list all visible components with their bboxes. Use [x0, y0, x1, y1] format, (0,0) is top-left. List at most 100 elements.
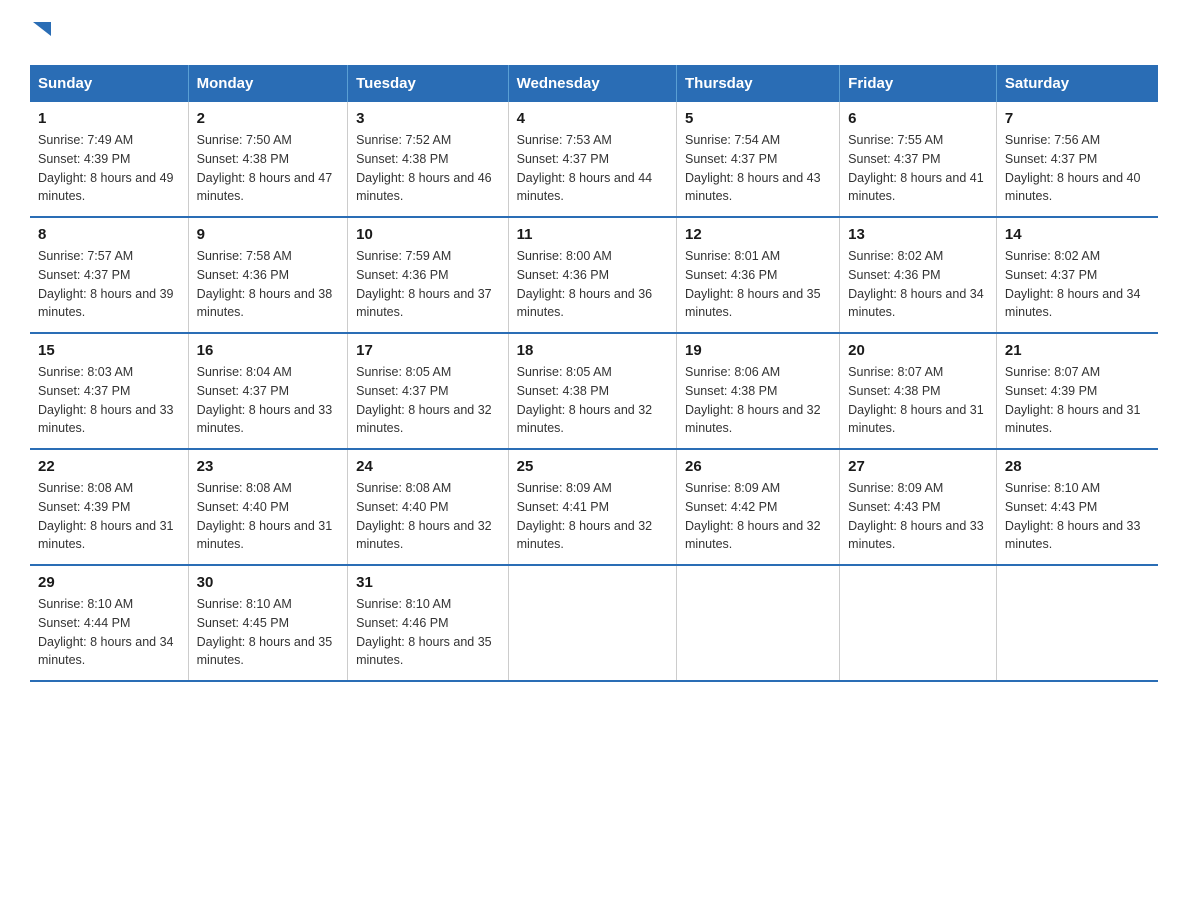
day-cell-22: 22 Sunrise: 8:08 AM Sunset: 4:39 PM Dayl… — [30, 449, 188, 565]
week-row-2: 8 Sunrise: 7:57 AM Sunset: 4:37 PM Dayli… — [30, 217, 1158, 333]
day-cell-4: 4 Sunrise: 7:53 AM Sunset: 4:37 PM Dayli… — [508, 102, 676, 217]
day-number: 2 — [197, 110, 339, 127]
empty-cell — [996, 565, 1158, 681]
day-number: 3 — [356, 110, 500, 127]
header-cell-wednesday: Wednesday — [508, 65, 676, 102]
day-number: 23 — [197, 458, 339, 475]
day-number: 14 — [1005, 226, 1150, 243]
calendar-table: SundayMondayTuesdayWednesdayThursdayFrid… — [30, 65, 1158, 682]
day-info: Sunrise: 8:08 AM Sunset: 4:39 PM Dayligh… — [38, 479, 180, 554]
day-number: 5 — [685, 110, 831, 127]
day-number: 1 — [38, 110, 180, 127]
day-cell-29: 29 Sunrise: 8:10 AM Sunset: 4:44 PM Dayl… — [30, 565, 188, 681]
day-info: Sunrise: 7:53 AM Sunset: 4:37 PM Dayligh… — [517, 131, 668, 206]
day-number: 12 — [685, 226, 831, 243]
day-info: Sunrise: 8:01 AM Sunset: 4:36 PM Dayligh… — [685, 247, 831, 322]
day-info: Sunrise: 8:05 AM Sunset: 4:37 PM Dayligh… — [356, 363, 500, 438]
header-cell-friday: Friday — [840, 65, 997, 102]
day-cell-9: 9 Sunrise: 7:58 AM Sunset: 4:36 PM Dayli… — [188, 217, 347, 333]
day-number: 26 — [685, 458, 831, 475]
day-number: 9 — [197, 226, 339, 243]
day-number: 7 — [1005, 110, 1150, 127]
header-cell-tuesday: Tuesday — [348, 65, 509, 102]
day-number: 16 — [197, 342, 339, 359]
day-cell-2: 2 Sunrise: 7:50 AM Sunset: 4:38 PM Dayli… — [188, 102, 347, 217]
day-number: 27 — [848, 458, 988, 475]
day-info: Sunrise: 8:09 AM Sunset: 4:43 PM Dayligh… — [848, 479, 988, 554]
week-row-5: 29 Sunrise: 8:10 AM Sunset: 4:44 PM Dayl… — [30, 565, 1158, 681]
day-cell-26: 26 Sunrise: 8:09 AM Sunset: 4:42 PM Dayl… — [677, 449, 840, 565]
day-number: 22 — [38, 458, 180, 475]
day-number: 13 — [848, 226, 988, 243]
day-cell-19: 19 Sunrise: 8:06 AM Sunset: 4:38 PM Dayl… — [677, 333, 840, 449]
day-info: Sunrise: 8:10 AM Sunset: 4:43 PM Dayligh… — [1005, 479, 1150, 554]
day-number: 6 — [848, 110, 988, 127]
week-row-4: 22 Sunrise: 8:08 AM Sunset: 4:39 PM Dayl… — [30, 449, 1158, 565]
day-number: 4 — [517, 110, 668, 127]
day-info: Sunrise: 7:54 AM Sunset: 4:37 PM Dayligh… — [685, 131, 831, 206]
day-cell-31: 31 Sunrise: 8:10 AM Sunset: 4:46 PM Dayl… — [348, 565, 509, 681]
day-info: Sunrise: 7:58 AM Sunset: 4:36 PM Dayligh… — [197, 247, 339, 322]
day-cell-24: 24 Sunrise: 8:08 AM Sunset: 4:40 PM Dayl… — [348, 449, 509, 565]
day-cell-17: 17 Sunrise: 8:05 AM Sunset: 4:37 PM Dayl… — [348, 333, 509, 449]
day-number: 15 — [38, 342, 180, 359]
day-info: Sunrise: 8:02 AM Sunset: 4:36 PM Dayligh… — [848, 247, 988, 322]
day-info: Sunrise: 8:09 AM Sunset: 4:41 PM Dayligh… — [517, 479, 668, 554]
day-cell-11: 11 Sunrise: 8:00 AM Sunset: 4:36 PM Dayl… — [508, 217, 676, 333]
header-cell-monday: Monday — [188, 65, 347, 102]
day-cell-16: 16 Sunrise: 8:04 AM Sunset: 4:37 PM Dayl… — [188, 333, 347, 449]
day-info: Sunrise: 8:05 AM Sunset: 4:38 PM Dayligh… — [517, 363, 668, 438]
day-info: Sunrise: 8:07 AM Sunset: 4:39 PM Dayligh… — [1005, 363, 1150, 438]
day-cell-25: 25 Sunrise: 8:09 AM Sunset: 4:41 PM Dayl… — [508, 449, 676, 565]
day-number: 20 — [848, 342, 988, 359]
day-number: 29 — [38, 574, 180, 591]
day-info: Sunrise: 8:10 AM Sunset: 4:44 PM Dayligh… — [38, 595, 180, 670]
day-cell-10: 10 Sunrise: 7:59 AM Sunset: 4:36 PM Dayl… — [348, 217, 509, 333]
day-cell-27: 27 Sunrise: 8:09 AM Sunset: 4:43 PM Dayl… — [840, 449, 997, 565]
day-info: Sunrise: 7:52 AM Sunset: 4:38 PM Dayligh… — [356, 131, 500, 206]
day-info: Sunrise: 8:00 AM Sunset: 4:36 PM Dayligh… — [517, 247, 668, 322]
day-cell-3: 3 Sunrise: 7:52 AM Sunset: 4:38 PM Dayli… — [348, 102, 509, 217]
day-info: Sunrise: 8:02 AM Sunset: 4:37 PM Dayligh… — [1005, 247, 1150, 322]
logo-arrow-icon — [33, 22, 51, 45]
header-cell-saturday: Saturday — [996, 65, 1158, 102]
day-info: Sunrise: 8:10 AM Sunset: 4:45 PM Dayligh… — [197, 595, 339, 670]
day-cell-15: 15 Sunrise: 8:03 AM Sunset: 4:37 PM Dayl… — [30, 333, 188, 449]
week-row-3: 15 Sunrise: 8:03 AM Sunset: 4:37 PM Dayl… — [30, 333, 1158, 449]
day-number: 17 — [356, 342, 500, 359]
day-number: 18 — [517, 342, 668, 359]
day-info: Sunrise: 7:49 AM Sunset: 4:39 PM Dayligh… — [38, 131, 180, 206]
day-cell-6: 6 Sunrise: 7:55 AM Sunset: 4:37 PM Dayli… — [840, 102, 997, 217]
day-cell-8: 8 Sunrise: 7:57 AM Sunset: 4:37 PM Dayli… — [30, 217, 188, 333]
day-cell-20: 20 Sunrise: 8:07 AM Sunset: 4:38 PM Dayl… — [840, 333, 997, 449]
day-cell-13: 13 Sunrise: 8:02 AM Sunset: 4:36 PM Dayl… — [840, 217, 997, 333]
day-cell-7: 7 Sunrise: 7:56 AM Sunset: 4:37 PM Dayli… — [996, 102, 1158, 217]
calendar-body: 1 Sunrise: 7:49 AM Sunset: 4:39 PM Dayli… — [30, 102, 1158, 681]
calendar-header: SundayMondayTuesdayWednesdayThursdayFrid… — [30, 65, 1158, 102]
day-cell-28: 28 Sunrise: 8:10 AM Sunset: 4:43 PM Dayl… — [996, 449, 1158, 565]
empty-cell — [677, 565, 840, 681]
day-number: 24 — [356, 458, 500, 475]
header-cell-thursday: Thursday — [677, 65, 840, 102]
header-cell-sunday: Sunday — [30, 65, 188, 102]
day-info: Sunrise: 8:04 AM Sunset: 4:37 PM Dayligh… — [197, 363, 339, 438]
page-header — [30, 20, 1158, 45]
day-info: Sunrise: 8:06 AM Sunset: 4:38 PM Dayligh… — [685, 363, 831, 438]
day-info: Sunrise: 7:59 AM Sunset: 4:36 PM Dayligh… — [356, 247, 500, 322]
day-number: 28 — [1005, 458, 1150, 475]
day-cell-5: 5 Sunrise: 7:54 AM Sunset: 4:37 PM Dayli… — [677, 102, 840, 217]
day-cell-23: 23 Sunrise: 8:08 AM Sunset: 4:40 PM Dayl… — [188, 449, 347, 565]
day-cell-12: 12 Sunrise: 8:01 AM Sunset: 4:36 PM Dayl… — [677, 217, 840, 333]
empty-cell — [840, 565, 997, 681]
day-number: 30 — [197, 574, 339, 591]
day-cell-30: 30 Sunrise: 8:10 AM Sunset: 4:45 PM Dayl… — [188, 565, 347, 681]
day-number: 21 — [1005, 342, 1150, 359]
day-info: Sunrise: 8:10 AM Sunset: 4:46 PM Dayligh… — [356, 595, 500, 670]
day-info: Sunrise: 8:08 AM Sunset: 4:40 PM Dayligh… — [356, 479, 500, 554]
day-cell-14: 14 Sunrise: 8:02 AM Sunset: 4:37 PM Dayl… — [996, 217, 1158, 333]
day-number: 19 — [685, 342, 831, 359]
day-info: Sunrise: 8:09 AM Sunset: 4:42 PM Dayligh… — [685, 479, 831, 554]
day-cell-1: 1 Sunrise: 7:49 AM Sunset: 4:39 PM Dayli… — [30, 102, 188, 217]
day-number: 25 — [517, 458, 668, 475]
day-info: Sunrise: 8:03 AM Sunset: 4:37 PM Dayligh… — [38, 363, 180, 438]
